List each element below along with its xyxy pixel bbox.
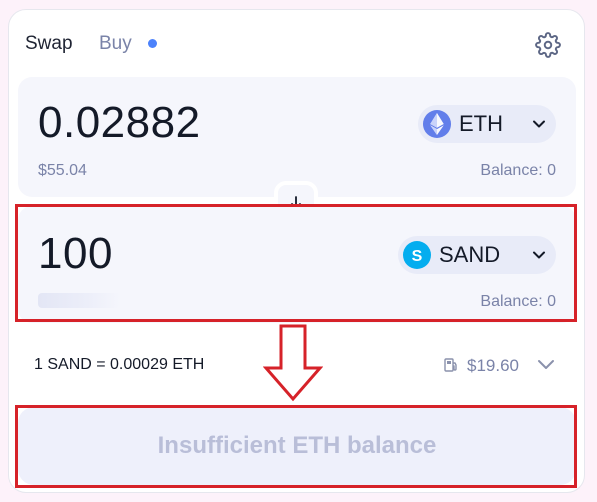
insufficient-balance-button[interactable]: Insufficient ETH balance: [18, 407, 576, 485]
eth-icon: [423, 110, 451, 138]
gas-icon: [444, 358, 457, 372]
sell-amount-input[interactable]: [38, 98, 338, 148]
tab-buy[interactable]: Buy: [99, 33, 132, 55]
svg-text:S: S: [412, 248, 423, 264]
chevron-down-icon: [533, 120, 545, 128]
exchange-rate: 1 SAND = 0.00029 ETH: [34, 356, 205, 373]
sell-token-selector[interactable]: ETH: [418, 105, 556, 143]
sell-token-symbol: ETH: [459, 111, 503, 136]
chevron-down-icon[interactable]: [536, 356, 556, 374]
sell-fiat-value: $55.04: [38, 162, 87, 179]
gear-icon[interactable]: [535, 32, 561, 58]
sell-balance: Balance: 0: [480, 162, 556, 179]
sand-icon: S: [403, 241, 431, 269]
buy-notification-dot: [148, 39, 157, 48]
buy-amount-input[interactable]: [38, 229, 338, 279]
buy-balance: Balance: 0: [480, 293, 556, 310]
buy-token-selector[interactable]: S SAND: [398, 236, 556, 274]
tab-swap[interactable]: Swap: [25, 33, 73, 55]
gas-fee: $19.60: [467, 356, 519, 375]
buy-fiat-value-loading: [38, 293, 120, 308]
buy-token-symbol: SAND: [439, 242, 501, 267]
chevron-down-icon: [533, 251, 545, 259]
down-arrow-annotation: [263, 324, 323, 402]
